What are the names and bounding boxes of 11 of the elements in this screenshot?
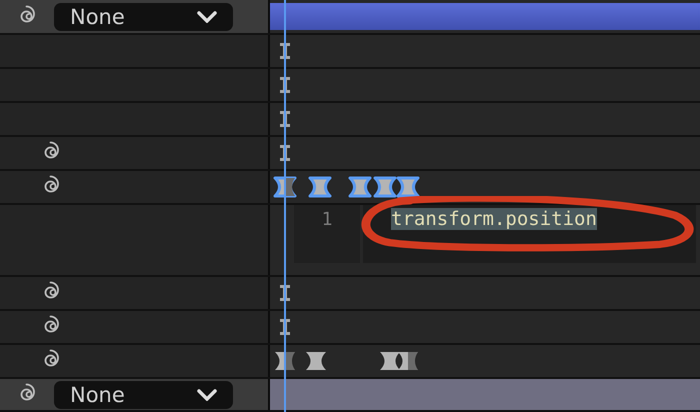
keyframe-icon[interactable] bbox=[347, 175, 373, 199]
keyframe-icon[interactable] bbox=[303, 349, 329, 373]
keyframe-icon[interactable] bbox=[395, 175, 421, 199]
dropdown[interactable]: None bbox=[54, 2, 233, 30]
line-number: 1 bbox=[322, 209, 332, 230]
keyframe-icon[interactable] bbox=[307, 175, 333, 199]
chevron-down-icon bbox=[197, 10, 217, 22]
dropdown[interactable]: None bbox=[54, 380, 233, 408]
keyframe-icon[interactable] bbox=[372, 175, 398, 199]
expression-code[interactable]: transform.position bbox=[391, 208, 597, 230]
chevron-down-icon bbox=[197, 388, 217, 400]
